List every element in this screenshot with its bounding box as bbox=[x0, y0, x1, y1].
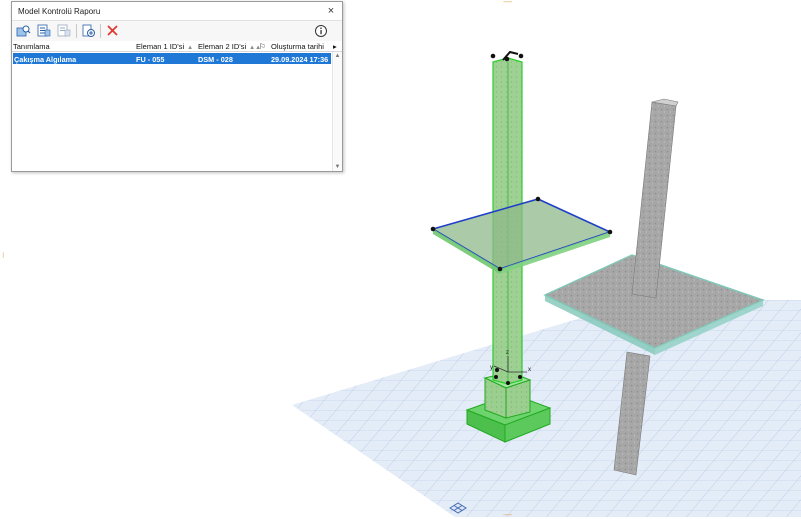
table-row[interactable]: Çakışma Algılama FU - 055 DSM - 028 29.0… bbox=[13, 53, 331, 64]
delete-icon[interactable] bbox=[105, 24, 120, 38]
scroll-down-icon[interactable]: ▼ bbox=[334, 164, 341, 170]
report-details-icon[interactable] bbox=[36, 24, 51, 38]
export-report-icon[interactable] bbox=[81, 24, 96, 38]
model-check-report-palette[interactable]: Model Kontrolü Raporu × Tanımlama Eleman… bbox=[11, 1, 343, 172]
column-header-description[interactable]: Tanımlama bbox=[13, 42, 50, 51]
svg-text:y: y bbox=[490, 365, 493, 371]
slab-selected bbox=[431, 198, 613, 270]
report-summary-icon[interactable] bbox=[56, 24, 71, 38]
column-header-element1[interactable]: Eleman 1 ID'si ▲ bbox=[136, 42, 193, 51]
toolbar-separator bbox=[76, 24, 77, 38]
row-element1-id: FU - 055 bbox=[136, 54, 165, 64]
row-created-date: 29.09.2024 17:36 bbox=[271, 54, 329, 64]
row-element2-id: DSM - 028 bbox=[198, 54, 233, 64]
sort-arrow-icon: ▲ bbox=[187, 45, 194, 51]
vertical-scrollbar[interactable]: ▲ ▼ bbox=[332, 52, 342, 171]
palette-titlebar[interactable]: Model Kontrolü Raporu × bbox=[12, 2, 342, 21]
palette-title: Model Kontrolü Raporu bbox=[18, 7, 101, 16]
report-list[interactable]: Tanımlama Eleman 1 ID'si ▲ Eleman 2 ID'si… bbox=[12, 41, 342, 171]
scroll-up-icon[interactable]: ▲ bbox=[334, 53, 341, 59]
column-header-element2[interactable]: Eleman 2 ID'si ▲▲ bbox=[198, 42, 261, 51]
list-header: Tanımlama Eleman 1 ID'si ▲ Eleman 2 ID'si… bbox=[12, 41, 342, 52]
column-header-created[interactable]: Oluşturma tarihi bbox=[271, 42, 324, 51]
edge-marker-bottom: ----- bbox=[503, 510, 512, 519]
flag-icon[interactable]: ⚐ bbox=[259, 42, 266, 51]
toolbar-separator bbox=[100, 24, 101, 38]
edge-marker-top: ----- bbox=[503, 0, 512, 6]
scroll-right-icon[interactable]: ▸ bbox=[333, 42, 337, 51]
svg-text:z: z bbox=[506, 350, 509, 356]
info-icon[interactable] bbox=[314, 24, 328, 38]
row-description: Çakışma Algılama bbox=[14, 54, 77, 64]
edge-marker-left: --- bbox=[0, 252, 8, 257]
close-button[interactable]: × bbox=[324, 4, 338, 18]
find-elements-icon[interactable] bbox=[16, 24, 31, 38]
svg-text:x: x bbox=[528, 367, 531, 373]
palette-toolbar bbox=[12, 21, 342, 42]
